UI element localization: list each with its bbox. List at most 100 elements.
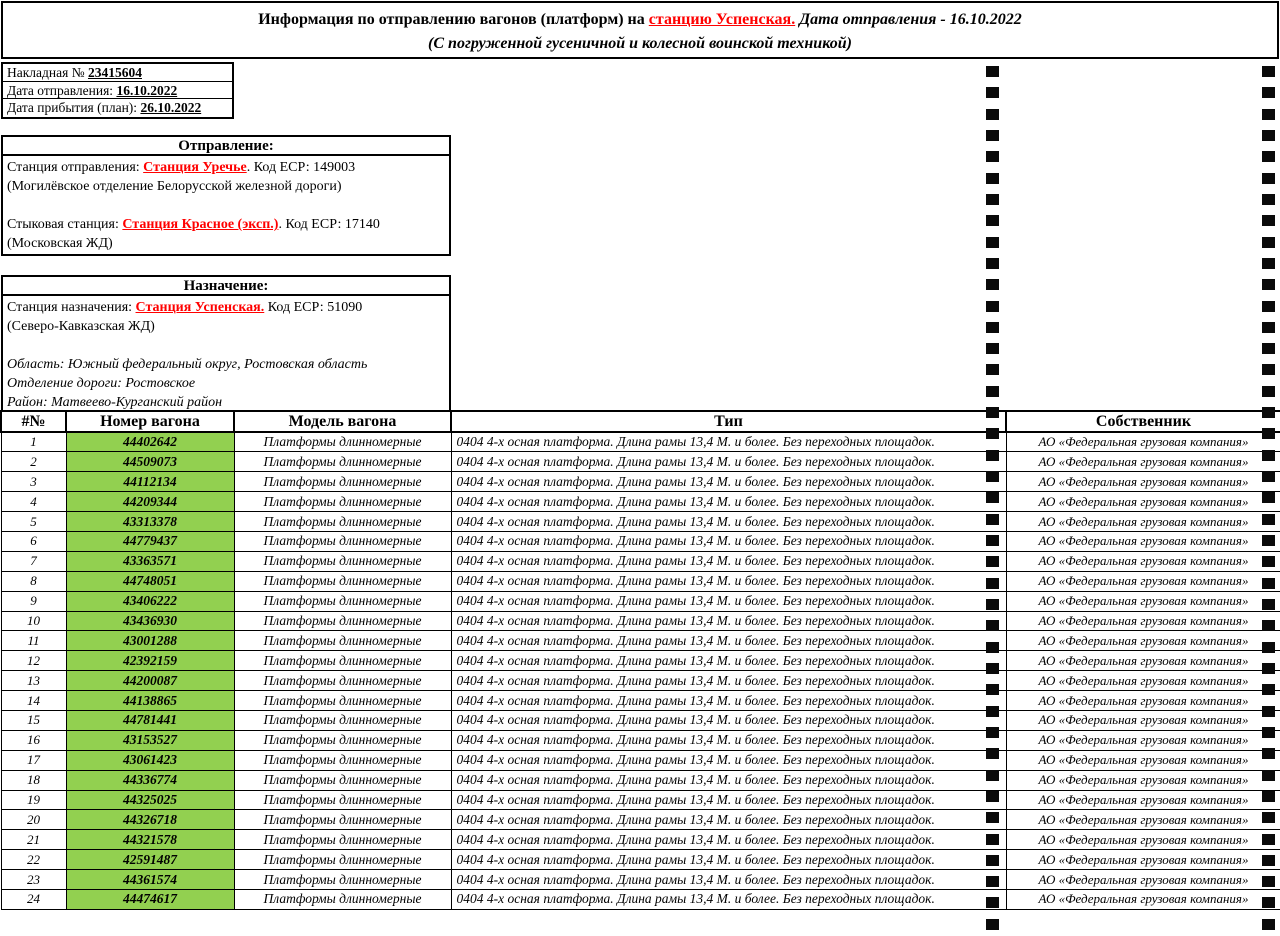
row-number-cell: 21 — [1, 830, 66, 850]
table-row: 22 42591487 Платформы длинномерные 0404 … — [1, 850, 1280, 870]
anchor-mark — [986, 364, 999, 375]
wagon-number-cell: 43001288 — [66, 631, 234, 651]
wagon-model-cell: Платформы длинномерные — [234, 810, 451, 830]
row-number-cell: 4 — [1, 492, 66, 512]
junction-station-label: Стыковая станция: — [7, 217, 122, 232]
wagon-model-cell: Платформы длинномерные — [234, 651, 451, 671]
departure-station-link[interactable]: Станция Уречье — [143, 160, 247, 175]
table-row: 13 44200087 Платформы длинномерные 0404 … — [1, 671, 1280, 691]
row-number-cell: 9 — [1, 591, 66, 611]
title-departure-date: Дата отправления - 16.10.2022 — [795, 11, 1022, 28]
wagon-type-cell: 0404 4-х осная платформа. Длина рамы 13,… — [451, 770, 1006, 790]
table-row: 8 44748051 Платформы длинномерные 0404 4… — [1, 571, 1280, 591]
departure-section: Отправление: Станция отправления: Станци… — [1, 135, 451, 256]
wagon-model-cell: Платформы длинномерные — [234, 830, 451, 850]
row-number-cell: 10 — [1, 611, 66, 631]
wagon-number-cell: 43153527 — [66, 730, 234, 750]
anchor-mark — [986, 215, 999, 226]
owner-cell: АО «Федеральная грузовая компания» — [1006, 730, 1280, 750]
wagon-type-cell: 0404 4-х осная платформа. Длина рамы 13,… — [451, 870, 1006, 890]
owner-cell: АО «Федеральная грузовая компания» — [1006, 551, 1280, 571]
row-number-cell: 16 — [1, 730, 66, 750]
wagon-type-cell: 0404 4-х осная платформа. Длина рамы 13,… — [451, 571, 1006, 591]
wagon-number-cell: 44361574 — [66, 870, 234, 890]
anchor-mark — [986, 343, 999, 354]
wagon-type-cell: 0404 4-х осная платформа. Длина рамы 13,… — [451, 512, 1006, 532]
destination-station-code: Код ЕСР: 51090 — [264, 300, 362, 315]
row-number-cell: 17 — [1, 750, 66, 770]
wagon-type-cell: 0404 4-х осная платформа. Длина рамы 13,… — [451, 452, 1006, 472]
table-row: 14 44138865 Платформы длинномерные 0404 … — [1, 691, 1280, 711]
title-station-link[interactable]: станцию Успенская. — [649, 11, 795, 28]
table-row: 9 43406222 Платформы длинномерные 0404 4… — [1, 591, 1280, 611]
wagon-model-cell: Платформы длинномерные — [234, 691, 451, 711]
wagon-type-cell: 0404 4-х осная платформа. Длина рамы 13,… — [451, 790, 1006, 810]
header-wagon-number: Номер вагона — [66, 411, 234, 432]
table-row: 20 44326718 Платформы длинномерные 0404 … — [1, 810, 1280, 830]
owner-cell: АО «Федеральная грузовая компания» — [1006, 750, 1280, 770]
owner-cell: АО «Федеральная грузовая компания» — [1006, 651, 1280, 671]
row-number-cell: 14 — [1, 691, 66, 711]
table-row: 21 44321578 Платформы длинномерные 0404 … — [1, 830, 1280, 850]
wagon-model-cell: Платформы длинномерные — [234, 571, 451, 591]
anchor-mark — [986, 194, 999, 205]
anchor-mark — [986, 322, 999, 333]
anchor-mark — [986, 130, 999, 141]
anchor-mark — [1262, 386, 1275, 397]
anchor-mark — [986, 919, 999, 930]
wagon-number-cell: 44325025 — [66, 790, 234, 810]
anchor-mark — [986, 279, 999, 290]
wagon-number-cell: 44336774 — [66, 770, 234, 790]
owner-cell: АО «Федеральная грузовая компания» — [1006, 870, 1280, 890]
row-number-cell: 23 — [1, 870, 66, 890]
wagon-model-cell: Платформы длинномерные — [234, 631, 451, 651]
anchor-mark — [1262, 364, 1275, 375]
wagon-number-cell: 44779437 — [66, 531, 234, 551]
wagon-model-cell: Платформы длинномерные — [234, 790, 451, 810]
wagon-type-cell: 0404 4-х осная платформа. Длина рамы 13,… — [451, 830, 1006, 850]
anchor-mark — [1262, 109, 1275, 120]
wagon-number-cell: 44112134 — [66, 472, 234, 492]
destination-section-body: Станция назначения: Станция Успенская. К… — [3, 296, 449, 413]
table-row: 1 44402642 Платформы длинномерные 0404 4… — [1, 432, 1280, 452]
departure-date-value: 16.10.2022 — [116, 83, 177, 98]
owner-cell: АО «Федеральная грузовая компания» — [1006, 591, 1280, 611]
table-row: 4 44209344 Платформы длинномерные 0404 4… — [1, 492, 1280, 512]
wagon-model-cell: Платформы длинномерные — [234, 870, 451, 890]
destination-branch: Отделение дороги: Ростовское — [7, 374, 445, 393]
anchor-mark — [1262, 173, 1275, 184]
row-number-cell: 15 — [1, 710, 66, 730]
owner-cell: АО «Федеральная грузовая компания» — [1006, 889, 1280, 909]
owner-cell: АО «Федеральная грузовая компания» — [1006, 710, 1280, 730]
anchor-mark — [986, 87, 999, 98]
wagon-number-cell: 44748051 — [66, 571, 234, 591]
wagon-model-cell: Платформы длинномерные — [234, 850, 451, 870]
row-number-cell: 7 — [1, 551, 66, 571]
wagon-type-cell: 0404 4-х осная платформа. Длина рамы 13,… — [451, 591, 1006, 611]
owner-cell: АО «Федеральная грузовая компания» — [1006, 810, 1280, 830]
destination-station-link[interactable]: Станция Успенская. — [136, 300, 265, 315]
anchor-mark — [986, 258, 999, 269]
junction-station-note: (Московская ЖД) — [7, 234, 445, 253]
departure-station-note: (Могилёвское отделение Белорусской желез… — [7, 177, 445, 196]
anchor-mark — [1262, 66, 1275, 77]
waybill-number-label: Накладная № — [7, 65, 88, 80]
wagon-number-cell: 44138865 — [66, 691, 234, 711]
owner-cell: АО «Федеральная грузовая компания» — [1006, 472, 1280, 492]
anchor-mark — [1262, 130, 1275, 141]
destination-section: Назначение: Станция назначения: Станция … — [1, 275, 451, 415]
wagon-number-cell: 43406222 — [66, 591, 234, 611]
anchor-mark — [986, 173, 999, 184]
anchor-mark — [986, 151, 999, 162]
wagon-model-cell: Платформы длинномерные — [234, 432, 451, 452]
owner-cell: АО «Федеральная грузовая компания» — [1006, 611, 1280, 631]
wagon-model-cell: Платформы длинномерные — [234, 512, 451, 532]
table-row: 17 43061423 Платформы длинномерные 0404 … — [1, 750, 1280, 770]
document-title: Информация по отправлению вагонов (платф… — [3, 8, 1277, 32]
anchor-mark — [1262, 301, 1275, 312]
destination-station-line: Станция назначения: Станция Успенская. К… — [7, 298, 445, 317]
junction-station-link[interactable]: Станция Красное (эксп.) — [122, 217, 278, 232]
destination-region: Область: Южный федеральный округ, Ростов… — [7, 355, 445, 374]
row-number-cell: 20 — [1, 810, 66, 830]
departure-station-code: . Код ЕСР: 149003 — [247, 160, 355, 175]
